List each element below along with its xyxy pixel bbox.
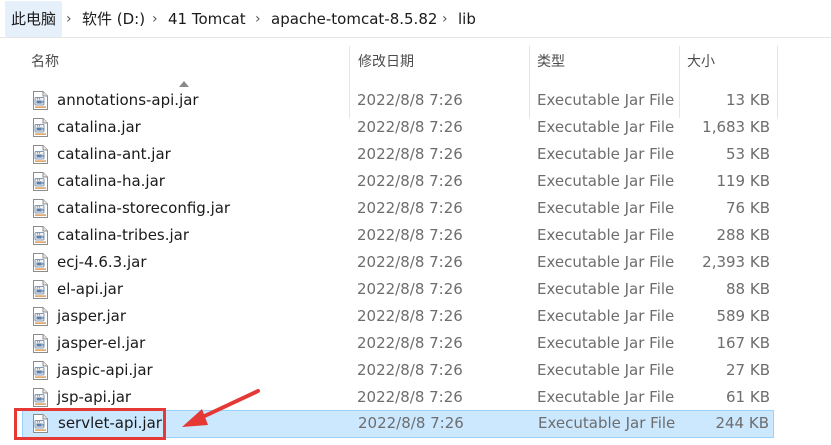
annotation-arrow-icon bbox=[182, 389, 260, 427]
file-row[interactable]: annotations-api.jar 2022/8/8 7:26 Executab… bbox=[22, 87, 774, 114]
file-row[interactable]: el-api.jar 2022/8/8 7:26 Executable Jar Fi… bbox=[22, 276, 774, 303]
breadcrumb-tomcat-folder[interactable]: 41 Tomcat bbox=[168, 0, 246, 38]
file-modified-date: 2022/8/8 7:26 bbox=[357, 226, 463, 244]
column-header-name[interactable]: 名称 bbox=[31, 40, 59, 84]
file-name: jasper.jar bbox=[57, 307, 127, 325]
chevron-right-icon[interactable]: › bbox=[442, 0, 448, 38]
file-name: el-api.jar bbox=[57, 280, 123, 298]
file-size: 589 KB bbox=[716, 307, 770, 325]
file-type: Executable Jar File bbox=[537, 199, 675, 217]
column-header-bar: 名称 修改日期 类型 大小 bbox=[0, 40, 831, 118]
file-modified-date: 2022/8/8 7:26 bbox=[357, 145, 463, 163]
column-divider[interactable] bbox=[777, 46, 778, 118]
file-row[interactable]: catalina.jar 2022/8/8 7:26 Executable Jar … bbox=[22, 114, 774, 141]
file-modified-date: 2022/8/8 7:26 bbox=[357, 91, 463, 109]
breadcrumb-this-pc[interactable]: 此电脑 bbox=[5, 1, 63, 37]
file-type: Executable Jar File bbox=[537, 307, 675, 325]
file-name: catalina.jar bbox=[57, 118, 141, 136]
file-type: Executable Jar File bbox=[537, 118, 675, 136]
file-name: catalina-ant.jar bbox=[57, 145, 171, 163]
file-size: 288 KB bbox=[716, 226, 770, 244]
file-type: Executable Jar File bbox=[537, 91, 675, 109]
file-name: jasper-el.jar bbox=[57, 334, 146, 352]
java-jar-icon bbox=[32, 91, 49, 110]
file-name: catalina-ha.jar bbox=[57, 172, 165, 190]
file-modified-date: 2022/8/8 7:26 bbox=[357, 172, 463, 190]
file-row[interactable]: catalina-ant.jar 2022/8/8 7:26 Executable … bbox=[22, 141, 774, 168]
column-header-type[interactable]: 类型 bbox=[537, 40, 565, 84]
file-name: jsp-api.jar bbox=[57, 388, 132, 406]
column-header-date[interactable]: 修改日期 bbox=[358, 40, 414, 84]
java-jar-icon bbox=[32, 388, 49, 407]
java-jar-icon bbox=[32, 280, 49, 299]
file-size: 27 KB bbox=[726, 361, 770, 379]
file-size: 61 KB bbox=[726, 388, 770, 406]
file-name: annotations-api.jar bbox=[57, 91, 199, 109]
file-modified-date: 2022/8/8 7:26 bbox=[357, 199, 463, 217]
file-type: Executable Jar File bbox=[537, 172, 675, 190]
file-modified-date: 2022/8/8 7:26 bbox=[358, 414, 464, 432]
file-row[interactable]: jasper-el.jar 2022/8/8 7:26 Executable Jar… bbox=[22, 330, 774, 357]
file-type: Executable Jar File bbox=[537, 145, 675, 163]
file-name: catalina-storeconfig.jar bbox=[57, 199, 231, 217]
java-jar-icon bbox=[32, 307, 49, 326]
column-header-size[interactable]: 大小 bbox=[687, 40, 715, 84]
breadcrumb-apache-tomcat[interactable]: apache-tomcat-8.5.82 bbox=[271, 0, 437, 38]
file-modified-date: 2022/8/8 7:26 bbox=[357, 361, 463, 379]
file-type: Executable Jar File bbox=[537, 280, 675, 298]
java-jar-icon bbox=[32, 118, 49, 137]
java-jar-icon bbox=[32, 253, 49, 272]
chevron-right-icon[interactable]: › bbox=[255, 0, 261, 38]
file-type: Executable Jar File bbox=[537, 226, 675, 244]
annotation-highlight-box bbox=[14, 408, 166, 440]
file-row[interactable]: catalina-storeconfig.jar 2022/8/8 7:26 Exe… bbox=[22, 195, 774, 222]
java-jar-icon bbox=[32, 334, 49, 353]
file-row[interactable]: catalina-tribes.jar 2022/8/8 7:26 Executab… bbox=[22, 222, 774, 249]
file-size: 13 KB bbox=[726, 91, 770, 109]
file-row[interactable]: jaspic-api.jar 2022/8/8 7:26 Executable Ja… bbox=[22, 357, 774, 384]
file-size: 53 KB bbox=[726, 145, 770, 163]
chevron-right-icon[interactable]: › bbox=[152, 0, 158, 38]
file-type: Executable Jar File bbox=[538, 414, 676, 432]
file-modified-date: 2022/8/8 7:26 bbox=[357, 118, 463, 136]
file-name: ecj-4.6.3.jar bbox=[57, 253, 147, 271]
java-jar-icon bbox=[32, 199, 49, 218]
file-row[interactable]: jasper.jar 2022/8/8 7:26 Executable Jar Fi… bbox=[22, 303, 774, 330]
file-modified-date: 2022/8/8 7:26 bbox=[357, 334, 463, 352]
file-size: 1,683 KB bbox=[702, 118, 770, 136]
java-jar-icon bbox=[32, 361, 49, 380]
file-size: 88 KB bbox=[726, 280, 770, 298]
file-row[interactable]: catalina-ha.jar 2022/8/8 7:26 Executable J… bbox=[22, 168, 774, 195]
file-size: 167 KB bbox=[716, 334, 770, 352]
java-jar-icon bbox=[32, 226, 49, 245]
file-type: Executable Jar File bbox=[537, 361, 675, 379]
java-jar-icon bbox=[32, 172, 49, 191]
file-row[interactable]: ecj-4.6.3.jar 2022/8/8 7:26 Executable Jar… bbox=[22, 249, 774, 276]
address-bar[interactable]: 此电脑 › 软件 (D:) › 41 Tomcat › apache-tomca… bbox=[0, 0, 831, 38]
file-modified-date: 2022/8/8 7:26 bbox=[357, 307, 463, 325]
file-size: 2,393 KB bbox=[702, 253, 770, 271]
file-size: 76 KB bbox=[726, 199, 770, 217]
file-modified-date: 2022/8/8 7:26 bbox=[357, 253, 463, 271]
breadcrumb-drive-d[interactable]: 软件 (D:) bbox=[82, 0, 145, 38]
file-row[interactable]: jsp-api.jar 2022/8/8 7:26 Executable Jar F… bbox=[22, 384, 774, 411]
file-type: Executable Jar File bbox=[537, 388, 675, 406]
java-jar-icon bbox=[32, 145, 49, 164]
file-name: jaspic-api.jar bbox=[57, 361, 153, 379]
file-name: catalina-tribes.jar bbox=[57, 226, 190, 244]
file-type: Executable Jar File bbox=[537, 253, 675, 271]
file-type: Executable Jar File bbox=[537, 334, 675, 352]
file-modified-date: 2022/8/8 7:26 bbox=[357, 280, 463, 298]
file-modified-date: 2022/8/8 7:26 bbox=[357, 388, 463, 406]
file-size: 119 KB bbox=[716, 172, 770, 190]
chevron-right-icon[interactable]: › bbox=[66, 0, 72, 38]
file-size: 244 KB bbox=[715, 414, 769, 432]
breadcrumb-lib[interactable]: lib bbox=[458, 0, 476, 38]
